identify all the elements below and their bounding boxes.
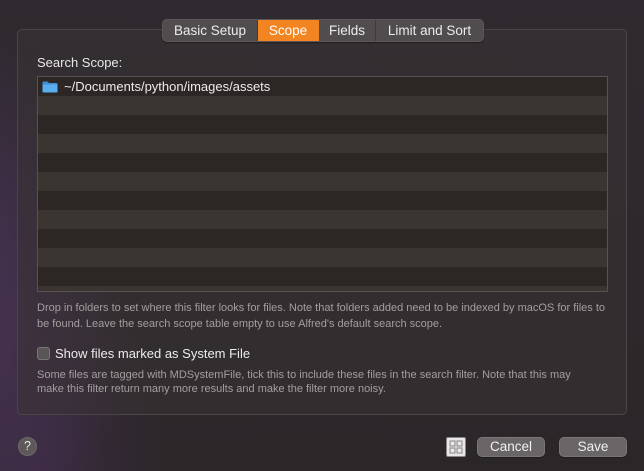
- table-row: [38, 229, 607, 248]
- table-row[interactable]: ~/Documents/python/images/assets: [38, 77, 607, 96]
- tab-fields[interactable]: Fields: [319, 20, 376, 41]
- search-scope-label: Search Scope:: [37, 55, 123, 70]
- help-button[interactable]: ?: [18, 437, 37, 456]
- system-file-help-text: Some files are tagged with MDSystemFile,…: [37, 369, 571, 395]
- scope-path: ~/Documents/python/images/assets: [64, 79, 271, 94]
- tab-limit-and-sort[interactable]: Limit and Sort: [376, 20, 483, 41]
- table-row: [38, 210, 607, 229]
- save-button[interactable]: Save: [559, 437, 627, 457]
- grid-icon: [447, 438, 465, 456]
- table-row: [38, 286, 607, 291]
- system-file-label[interactable]: Show files marked as System File: [55, 346, 250, 361]
- table-row: [38, 115, 607, 134]
- table-row: [38, 267, 607, 286]
- grid-button[interactable]: [446, 437, 466, 457]
- search-scope-help-text: Drop in folders to set where this filter…: [37, 302, 606, 330]
- table-row: [38, 153, 607, 172]
- table-row: [38, 191, 607, 210]
- table-row: [38, 248, 607, 267]
- folder-icon: [42, 81, 58, 93]
- search-scope-table[interactable]: ~/Documents/python/images/assets: [37, 76, 608, 292]
- tab-basic-setup[interactable]: Basic Setup: [163, 20, 258, 41]
- system-file-checkbox[interactable]: [37, 347, 50, 360]
- table-row: [38, 134, 607, 153]
- tab-bar: Basic Setup Scope Fields Limit and Sort: [162, 19, 484, 42]
- table-row: [38, 172, 607, 191]
- table-row: [38, 96, 607, 115]
- tab-scope[interactable]: Scope: [258, 20, 319, 41]
- cancel-button[interactable]: Cancel: [477, 437, 545, 457]
- system-file-option[interactable]: Show files marked as System File: [37, 346, 250, 361]
